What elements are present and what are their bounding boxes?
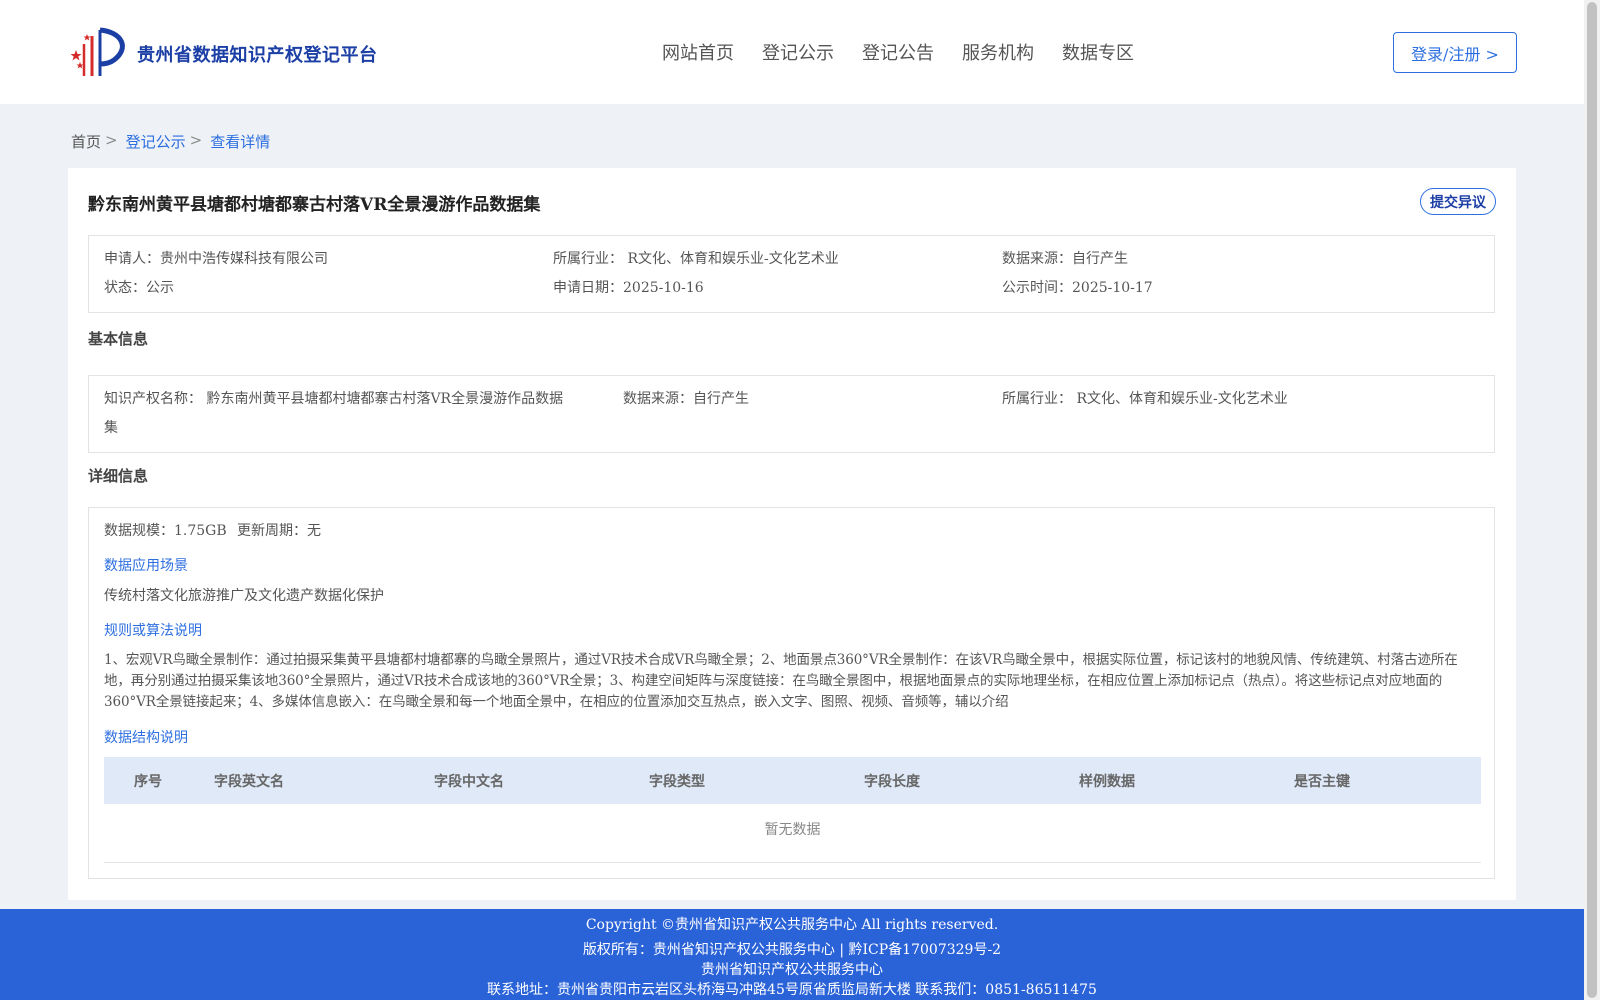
login-register-button[interactable]: 登录/注册 > [1393,32,1517,73]
algorithm-text: 1、宏观VR鸟瞰全景制作：通过拍摄采集黄平县塘都村塘都寨的鸟瞰全景照片，通过VR… [104,652,1458,710]
breadcrumb-separator: > [105,131,118,149]
nav-home[interactable]: 网站首页 [662,39,734,65]
breadcrumb-separator: > [189,131,203,149]
breadcrumb: 首页 > 登记公示 > 查看详情 [71,131,270,152]
nav-data-zone[interactable]: 数据专区 [1062,39,1134,65]
col-field-type: 字段类型 [649,774,705,790]
algorithm-label: 规则或算法说明 [104,623,202,639]
update-cycle-field: 更新周期：无 [237,523,321,539]
breadcrumb-home[interactable]: 首页 [71,131,101,152]
basic-data-source-field: 数据来源：自行产生 [623,391,749,407]
col-field-cn-name: 字段中文名 [434,774,504,790]
nav-service-agencies[interactable]: 服务机构 [962,39,1034,65]
data-structure-label: 数据结构说明 [104,730,188,746]
col-field-length: 字段长度 [864,774,920,790]
page-title: 黔东南州黄平县塘都村塘都寨古村落VR全景漫游作品数据集 [88,195,541,215]
ip-name-field-wrap: 集 [104,420,118,436]
applicant-field: 申请人：贵州中浩传媒科技有限公司 [104,251,328,267]
apply-date-field: 申请日期：2025-10-16 [553,280,704,296]
basic-info-heading: 基本信息 [88,330,149,348]
data-scale-field: 数据规模：1.75GB [104,523,227,539]
col-sample-data: 样例数据 [1079,774,1135,790]
breadcrumb-registration-publicity[interactable]: 登记公示 [126,131,186,152]
detail-info-heading: 详细信息 [88,467,149,485]
col-field-en-name: 字段英文名 [214,774,284,790]
structure-table-header: 序号 字段英文名 字段中文名 字段类型 字段长度 样例数据 是否主键 [104,757,1481,804]
table-empty-state: 暂无数据 [104,804,1481,863]
scrollbar-thumb[interactable] [1587,2,1597,998]
page-scrollbar[interactable] [1584,0,1600,1000]
publish-date-field: 公示时间：2025-10-17 [1002,280,1153,296]
footer-contact: 联系地址：贵州省贵阳市云岩区头桥海马冲路45号原省质监局新大楼 联系我们：085… [487,982,1097,998]
footer-copyright: Copyright ©贵州省知识产权公共服务中心 All rights rese… [585,917,999,933]
summary-box: 申请人：贵州中浩传媒科技有限公司 所属行业： R文化、体育和娱乐业-文化艺术业 … [88,235,1495,313]
main-nav: 网站首页 登记公示 登记公告 服务机构 数据专区 [662,39,1162,65]
ip-name-field: 知识产权名称： 黔东南州黄平县塘都村塘都寨古村落VR全景漫游作品数据 [104,391,564,407]
status-field: 状态：公示 [104,280,174,296]
detail-card: 黔东南州黄平县塘都村塘都寨古村落VR全景漫游作品数据集 提交异议 申请人：贵州中… [68,168,1516,900]
site-footer: Copyright ©贵州省知识产权公共服务中心 All rights rese… [0,909,1584,1000]
detail-info-box: 数据规模：1.75GB 更新周期：无 数据应用场景 传统村落文化旅游推广及文化遗… [88,507,1495,879]
col-index: 序号 [134,774,162,790]
basic-info-box: 知识产权名称： 黔东南州黄平县塘都村塘都寨古村落VR全景漫游作品数据 集 数据来… [88,375,1495,453]
site-title[interactable]: 贵州省数据知识产权登记平台 [137,41,378,67]
footer-icp[interactable]: 版权所有：贵州省知识产权公共服务中心 | 黔ICP备17007329号-2 [0,939,1584,959]
basic-industry-field: 所属行业： R文化、体育和娱乐业-文化艺术业 [1002,391,1288,407]
site-logo-icon[interactable] [70,26,130,78]
col-primary-key: 是否主键 [1294,774,1350,790]
nav-registration-announcement[interactable]: 登记公告 [862,39,934,65]
data-source-field: 数据来源：自行产生 [1002,251,1128,267]
application-scenario-text: 传统村落文化旅游推广及文化遗产数据化保护 [104,588,384,604]
footer-org: 贵州省知识产权公共服务中心 [701,962,883,978]
application-scenario-label: 数据应用场景 [104,558,188,574]
nav-registration-publicity[interactable]: 登记公示 [762,39,834,65]
breadcrumb-current: 查看详情 [210,133,271,151]
submit-objection-button[interactable]: 提交异议 [1420,188,1496,215]
site-header: 贵州省数据知识产权登记平台 网站首页 登记公示 登记公告 服务机构 数据专区 登… [0,0,1584,104]
industry-field: 所属行业： R文化、体育和娱乐业-文化艺术业 [553,251,839,267]
